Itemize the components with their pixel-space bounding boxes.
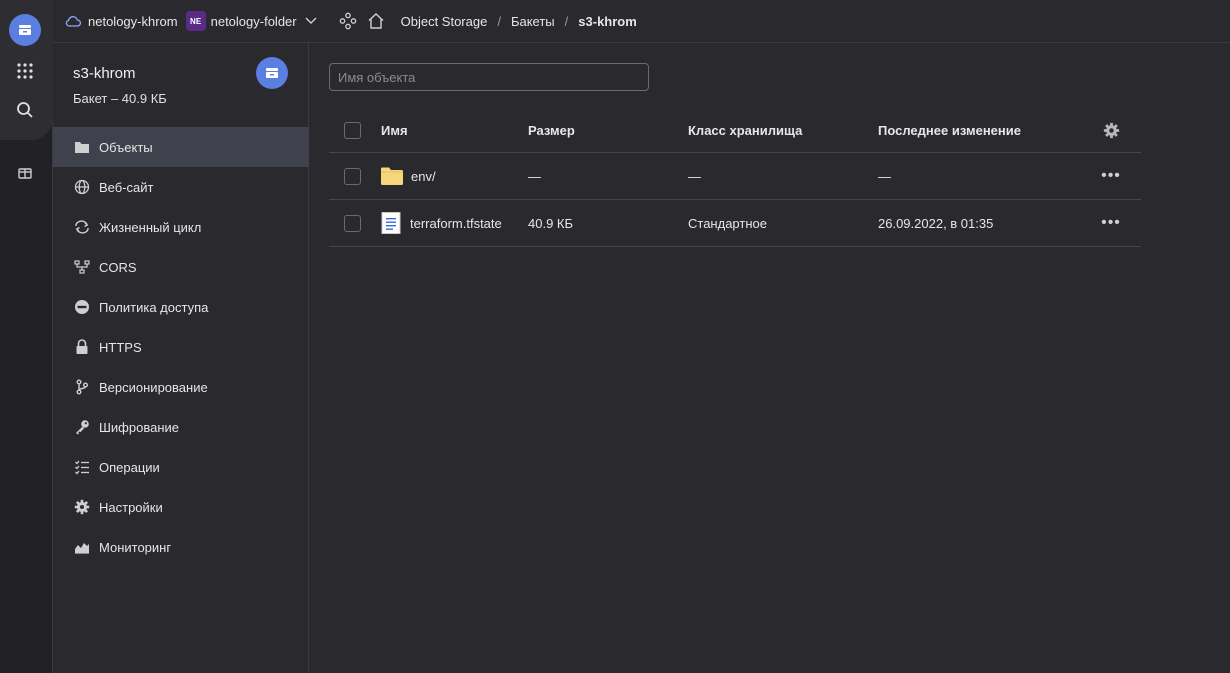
sidebar-item-https[interactable]: HTTPS bbox=[53, 327, 309, 367]
bucket-name: s3-khrom bbox=[73, 65, 136, 82]
lock-icon bbox=[73, 338, 91, 356]
chart-icon bbox=[73, 538, 91, 556]
object-name-search-input[interactable] bbox=[329, 63, 649, 91]
sidebar-item-versioning[interactable]: Версионирование bbox=[53, 367, 309, 407]
object-name-cell[interactable]: terraform.tfstate bbox=[381, 212, 502, 234]
sidebar-item-label: Операции bbox=[99, 459, 160, 475]
object-storage-service-icon[interactable] bbox=[9, 14, 41, 46]
sidebar-item-label: CORS bbox=[99, 259, 137, 275]
folder-icon bbox=[381, 167, 403, 185]
cloud-selector[interactable]: netology-khrom bbox=[88, 14, 178, 29]
breadcrumb-separator: / bbox=[497, 13, 501, 29]
all-services-grid-icon[interactable] bbox=[9, 55, 41, 87]
breadcrumb-buckets[interactable]: Бакеты bbox=[511, 14, 555, 29]
object-name: env/ bbox=[411, 168, 436, 184]
sidebar-item-encryption[interactable]: Шифрование bbox=[53, 407, 309, 447]
sidebar-item-lifecycle[interactable]: Жизненный цикл bbox=[53, 207, 309, 247]
column-header-modified[interactable]: Последнее изменение bbox=[878, 123, 1021, 138]
sidebar-item-label: Политика доступа bbox=[99, 299, 209, 315]
sidebar-item-settings[interactable]: Настройки bbox=[53, 487, 309, 527]
row-actions-menu-icon[interactable]: ••• bbox=[1101, 213, 1121, 233]
table-header-row: Имя Размер Класс хранилища Последнее изм… bbox=[329, 109, 1141, 153]
sidebar-item-label: Объекты bbox=[99, 139, 153, 155]
objects-main: Имя Размер Класс хранилища Последнее изм… bbox=[310, 43, 1230, 673]
sidebar-item-website[interactable]: Веб-сайт bbox=[53, 167, 309, 207]
breadcrumb-object-storage[interactable]: Object Storage bbox=[401, 14, 488, 29]
table-row[interactable]: env/ — — — ••• bbox=[329, 153, 1141, 200]
sidebar-item-label: Шифрование bbox=[99, 419, 179, 435]
sidebar-item-label: HTTPS bbox=[99, 339, 142, 355]
table-row[interactable]: terraform.tfstate 40.9 КБ Стандартное 26… bbox=[329, 200, 1141, 247]
object-modified: — bbox=[878, 168, 891, 184]
cors-icon bbox=[73, 258, 91, 276]
cycle-icon bbox=[73, 218, 91, 236]
search-icon[interactable] bbox=[9, 94, 41, 126]
breadcrumb-current: s3-khrom bbox=[578, 13, 637, 29]
sidebar-item-label: Версионирование bbox=[99, 379, 208, 395]
bucket-size-info: Бакет – 40.9 КБ bbox=[73, 91, 167, 106]
key-icon bbox=[73, 418, 91, 436]
object-storage-class: — bbox=[688, 168, 701, 184]
object-modified: 26.09.2022, в 01:35 bbox=[878, 215, 994, 231]
sidebar-item-label: Настройки bbox=[99, 499, 163, 515]
folder-badge: NE bbox=[185, 11, 206, 31]
cloud-icon bbox=[65, 15, 81, 27]
column-header-size[interactable]: Размер bbox=[528, 123, 575, 138]
table-settings-gear-icon[interactable] bbox=[1101, 121, 1121, 141]
globe-icon bbox=[73, 178, 91, 196]
file-icon bbox=[381, 212, 401, 234]
objects-table: Имя Размер Класс хранилища Последнее изм… bbox=[329, 109, 1141, 247]
row-actions-menu-icon[interactable]: ••• bbox=[1101, 166, 1121, 186]
sidebar-item-label: Мониторинг bbox=[99, 539, 172, 555]
sidebar-item-label: Веб-сайт bbox=[99, 179, 154, 195]
column-header-name[interactable]: Имя bbox=[381, 123, 408, 138]
sidebar-item-operations[interactable]: Операции bbox=[53, 447, 309, 487]
no-entry-icon bbox=[73, 298, 91, 316]
select-all-checkbox[interactable] bbox=[344, 122, 361, 139]
gear-icon bbox=[73, 498, 91, 516]
row-checkbox[interactable] bbox=[344, 214, 361, 232]
bucket-avatar-icon bbox=[256, 57, 288, 89]
marketplace-box-icon[interactable] bbox=[9, 157, 41, 189]
folder-selector[interactable]: netology-folder bbox=[211, 14, 297, 29]
services-graph-icon[interactable] bbox=[339, 12, 357, 30]
bucket-sidebar: s3-khrom Бакет – 40.9 КБ Объекты Веб-сай… bbox=[53, 43, 309, 673]
global-rail bbox=[0, 0, 53, 673]
object-size: 40.9 КБ bbox=[528, 215, 574, 231]
object-name: terraform.tfstate bbox=[410, 215, 502, 231]
sidebar-item-objects[interactable]: Объекты bbox=[53, 127, 309, 167]
home-icon[interactable] bbox=[367, 12, 385, 30]
column-header-storage-class[interactable]: Класс хранилища bbox=[688, 123, 802, 138]
row-checkbox[interactable] bbox=[344, 167, 361, 185]
breadcrumb-separator: / bbox=[564, 13, 569, 29]
bucket-nav: Объекты Веб-сайт Жизненный цикл CORS Пол… bbox=[53, 127, 309, 567]
sidebar-item-label: Жизненный цикл bbox=[99, 219, 202, 235]
sidebar-item-cors[interactable]: CORS bbox=[53, 247, 309, 287]
sidebar-item-monitoring[interactable]: Мониторинг bbox=[53, 527, 309, 567]
object-storage-class: Стандартное bbox=[688, 215, 767, 231]
chevron-down-icon[interactable] bbox=[305, 17, 317, 25]
object-name-cell[interactable]: env/ bbox=[381, 167, 436, 185]
branch-icon bbox=[73, 378, 91, 396]
object-size: — bbox=[528, 168, 541, 184]
sidebar-item-access-policy[interactable]: Политика доступа bbox=[53, 287, 309, 327]
checklist-icon bbox=[73, 458, 91, 476]
folder-icon bbox=[73, 138, 91, 156]
top-breadcrumb-bar: netology-khrom NE netology-folder Object… bbox=[53, 0, 1230, 43]
